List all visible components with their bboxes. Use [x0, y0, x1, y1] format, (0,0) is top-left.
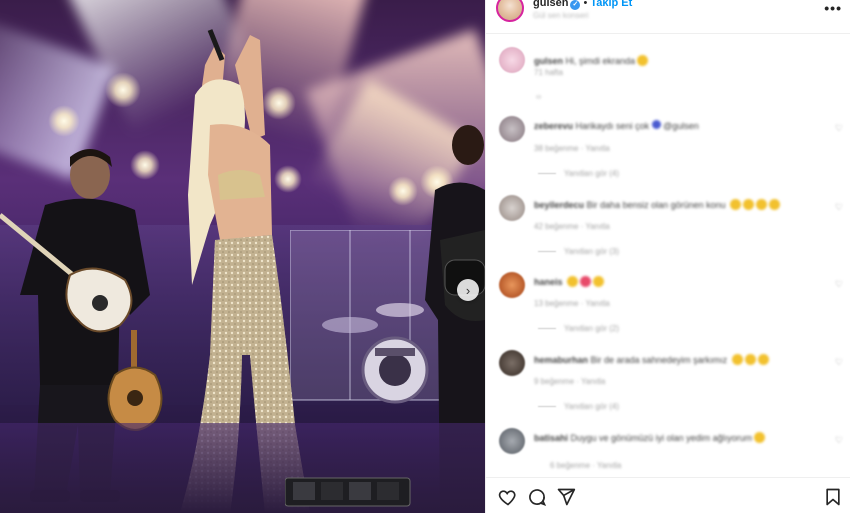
post-side-panel: gulsen ✓ • Takip Et Gül sen konseri ••• gul… [485, 0, 850, 513]
comment-meta: 42 beğenme · Yanıtla [534, 222, 610, 231]
comment-meta: 13 beğenme · Yanıtla [534, 299, 610, 308]
heart-icon[interactable] [498, 487, 518, 507]
view-replies-button[interactable]: Yanıtları gör (3) [564, 247, 619, 256]
commenter-avatar[interactable] [499, 272, 525, 298]
author-line: gulsen ✓ • Takip Et [533, 0, 632, 10]
verified-badge-icon: ✓ [570, 0, 581, 10]
comment-meta: 71 hafta [534, 68, 563, 77]
comment-like-icon[interactable]: ♡ [835, 279, 843, 290]
comment-text: zeberevu Harikaydı seni çok @gulsen [534, 120, 699, 131]
comment-like-icon[interactable]: ♡ [835, 435, 843, 446]
comment-like-icon[interactable]: ♡ [835, 202, 843, 213]
stage-light [48, 105, 80, 137]
comment-text: beyilerdecu Bir daha bensiz olan görünen… [534, 199, 781, 210]
post-location[interactable]: Gül sen konseri [533, 11, 589, 20]
comment-meta: 9 beğenme · Yanıtla [534, 377, 606, 386]
comment-text: batisahi Duygu ve gönümüzü iyi olan yedi… [534, 432, 766, 443]
more-icon[interactable]: ••• [824, 0, 842, 16]
commenter-avatar[interactable] [499, 116, 525, 142]
reply-line [538, 173, 556, 174]
next-photo-button[interactable]: › [457, 279, 479, 301]
comment-meta: 6 beğenme · Yanıtla [550, 461, 622, 470]
stage-light [388, 176, 418, 206]
comment-text: hemaburhan Bir de arada sahnedeyim şarkı… [534, 354, 769, 365]
view-replies-button[interactable]: Yanıtları gör (2) [564, 324, 619, 333]
post-photo[interactable]: › [0, 0, 485, 513]
view-replies-button[interactable]: Yanıtları gör (4) [564, 402, 619, 411]
comment-like-icon[interactable]: ♡ [835, 123, 843, 134]
comments-list[interactable]: gulsen Hi, şimdi ekranda 71 hafta ‹› zeb… [486, 35, 850, 477]
commenter-avatar[interactable] [499, 47, 525, 73]
reply-line [538, 328, 556, 329]
comment-text: haneis [534, 276, 605, 287]
stage-light [105, 72, 141, 108]
commenter-avatar[interactable] [499, 350, 525, 376]
comment-like-icon[interactable]: ♡ [835, 357, 843, 368]
view-replies-button[interactable]: Yanıtları gör (4) [564, 169, 619, 178]
reply-line [538, 251, 556, 252]
reply-line [538, 406, 556, 407]
author-avatar[interactable] [496, 0, 524, 22]
bookmark-icon[interactable] [823, 487, 843, 507]
chevron-right-icon: › [465, 282, 471, 298]
commenter-avatar[interactable] [499, 195, 525, 221]
comment-icon[interactable] [527, 487, 547, 507]
post-header: gulsen ✓ • Takip Et Gül sen konseri ••• [486, 0, 850, 34]
author-username[interactable]: gulsen [533, 0, 568, 9]
emoji-icon [637, 55, 649, 66]
commenter-avatar[interactable] [499, 428, 525, 454]
comment-text: gulsen Hi, şimdi ekranda [534, 55, 649, 66]
effects-pedalboard [285, 477, 411, 507]
separator-dot: • [583, 0, 588, 9]
follow-button[interactable]: Takip Et [590, 0, 632, 9]
share-icon[interactable] [556, 487, 576, 507]
comment-meta: 38 beğenme · Yanıtla [534, 144, 610, 153]
post-actions-bar [486, 477, 850, 513]
comment-extra: ‹› [536, 92, 542, 101]
